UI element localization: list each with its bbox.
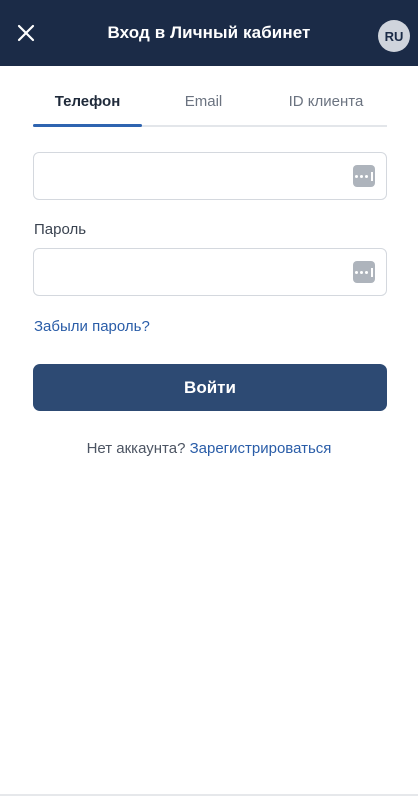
- tab-email[interactable]: Email: [142, 85, 265, 125]
- login-method-tabs: Телефон Email ID клиента: [33, 85, 387, 127]
- page-title: Вход в Личный кабинет: [107, 23, 311, 42]
- phone-field: [33, 152, 387, 200]
- tab-client-id[interactable]: ID клиента: [265, 85, 387, 125]
- password-manager-icon[interactable]: [353, 261, 375, 283]
- phone-input[interactable]: [34, 153, 386, 199]
- tab-phone[interactable]: Телефон: [33, 85, 142, 127]
- password-field: [33, 248, 387, 296]
- close-button[interactable]: [14, 21, 38, 45]
- app-header: Вход в Личный кабинет RU: [0, 0, 418, 66]
- close-icon: [17, 24, 35, 42]
- password-input[interactable]: [34, 249, 386, 295]
- password-label: Пароль: [34, 221, 87, 238]
- language-switch-button[interactable]: RU: [378, 20, 410, 52]
- register-row: Нет аккаунта? Зарегистрироваться: [0, 440, 418, 457]
- login-button[interactable]: Войти: [33, 364, 387, 411]
- password-manager-icon[interactable]: [353, 165, 375, 187]
- no-account-text: Нет аккаунта?: [86, 440, 186, 457]
- register-link[interactable]: Зарегистрироваться: [190, 440, 332, 457]
- forgot-password-link[interactable]: Забыли пароль?: [34, 318, 150, 335]
